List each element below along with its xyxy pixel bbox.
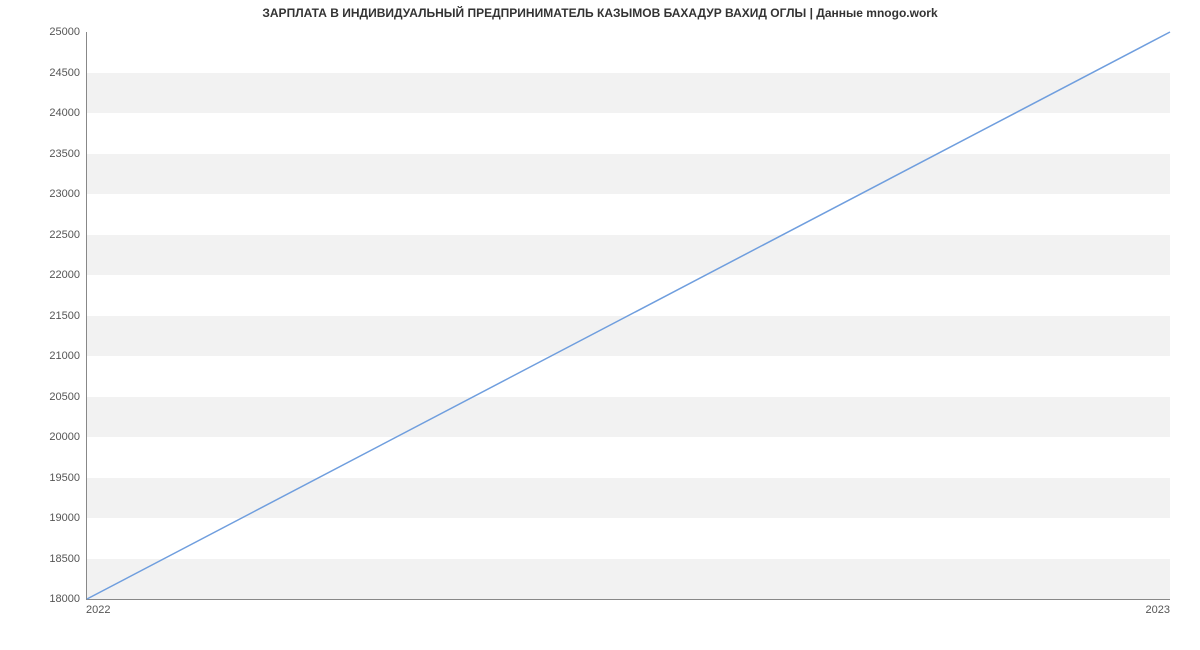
y-tick-label: 22500	[20, 229, 80, 241]
y-tick-label: 19500	[20, 472, 80, 484]
x-tick-end: 2023	[1146, 604, 1170, 616]
y-tick-label: 22000	[20, 269, 80, 281]
line-chart: ЗАРПЛАТА В ИНДИВИДУАЛЬНЫЙ ПРЕДПРИНИМАТЕЛ…	[0, 0, 1200, 650]
chart-title: ЗАРПЛАТА В ИНДИВИДУАЛЬНЫЙ ПРЕДПРИНИМАТЕЛ…	[0, 6, 1200, 20]
y-tick-label: 18500	[20, 553, 80, 565]
y-tick-label: 23000	[20, 188, 80, 200]
y-tick-label: 20000	[20, 431, 80, 443]
y-tick-label: 24000	[20, 107, 80, 119]
data-line	[87, 32, 1170, 599]
y-tick-label: 24500	[20, 67, 80, 79]
y-tick-label: 25000	[20, 26, 80, 38]
y-tick-label: 21000	[20, 350, 80, 362]
x-tick-start: 2022	[86, 604, 110, 616]
y-tick-label: 18000	[20, 593, 80, 605]
y-tick-label: 19000	[20, 512, 80, 524]
plot-area	[86, 32, 1170, 600]
y-tick-label: 21500	[20, 310, 80, 322]
y-tick-label: 20500	[20, 391, 80, 403]
y-tick-label: 23500	[20, 148, 80, 160]
